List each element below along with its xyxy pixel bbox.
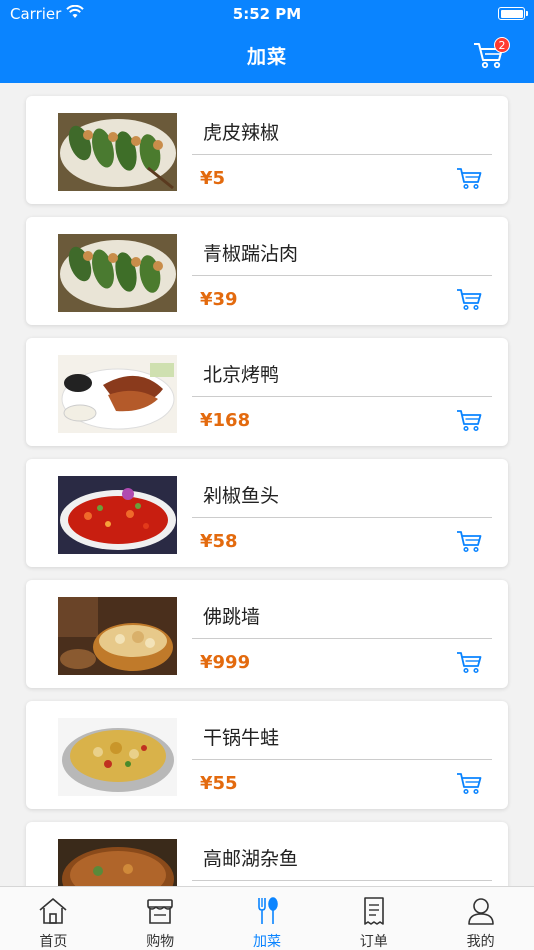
tab-home[interactable]: 首页 <box>0 887 107 950</box>
dish-image <box>58 718 177 796</box>
dish-image <box>58 476 177 554</box>
add-to-cart-icon[interactable] <box>456 408 482 432</box>
fork-spoon-icon <box>258 897 278 924</box>
dish-price: ¥39 <box>200 289 238 310</box>
add-to-cart-icon[interactable] <box>456 650 482 674</box>
status-time: 5:52 PM <box>232 5 302 23</box>
dish-price: ¥5 <box>200 168 226 189</box>
tab-shopping[interactable]: 购物 <box>107 887 214 950</box>
tab-label: 购物 <box>146 934 175 950</box>
dish-price: ¥55 <box>200 773 238 794</box>
dish-image <box>58 355 177 433</box>
add-to-cart-icon[interactable] <box>456 529 482 553</box>
tab-orders[interactable]: 订单 <box>320 887 427 950</box>
divider <box>192 759 492 760</box>
store-icon <box>147 899 173 924</box>
page-title: 加菜 <box>246 46 287 68</box>
dish-card[interactable]: 佛跳墙 ¥999 <box>26 580 508 688</box>
divider <box>192 154 492 155</box>
nav-bar: 加菜 2 <box>0 28 534 83</box>
dish-price: ¥58 <box>200 531 238 552</box>
tab-label: 订单 <box>359 934 388 950</box>
receipt-icon <box>363 897 384 925</box>
dish-name: 高邮湖杂鱼 <box>203 848 299 870</box>
dish-image <box>58 839 177 886</box>
dish-image <box>58 597 177 675</box>
divider <box>192 275 492 276</box>
dish-card[interactable]: 高邮湖杂鱼 <box>26 822 508 886</box>
divider <box>192 638 492 639</box>
tab-profile[interactable]: 我的 <box>427 887 534 950</box>
dish-price: ¥999 <box>200 652 251 673</box>
dish-price: ¥168 <box>200 410 251 431</box>
add-to-cart-icon[interactable] <box>456 166 482 190</box>
user-icon <box>467 898 494 925</box>
dish-image <box>58 113 177 191</box>
tab-label: 首页 <box>39 934 68 950</box>
dish-list[interactable]: 虎皮辣椒 ¥5 青椒踹沾肉 ¥39 北京烤鸭 ¥168 剁椒鱼头 ¥58 佛跳墙… <box>0 83 534 886</box>
dish-card[interactable]: 干锅牛蛙 ¥55 <box>26 701 508 809</box>
dish-name: 北京烤鸭 <box>203 364 280 386</box>
dish-card[interactable]: 青椒踹沾肉 ¥39 <box>26 217 508 325</box>
tab-add-dish[interactable]: 加菜 <box>214 887 321 950</box>
dish-name: 青椒踹沾肉 <box>203 243 299 265</box>
dish-card[interactable]: 虎皮辣椒 ¥5 <box>26 96 508 204</box>
cart-button[interactable]: 2 <box>472 37 510 72</box>
dish-image <box>58 234 177 312</box>
dish-name: 佛跳墙 <box>203 606 261 628</box>
tab-label: 加菜 <box>252 934 281 950</box>
cart-badge: 2 <box>494 37 510 53</box>
battery-icon <box>498 7 528 20</box>
dish-card[interactable]: 北京烤鸭 ¥168 <box>26 338 508 446</box>
add-to-cart-icon[interactable] <box>456 771 482 795</box>
dish-card[interactable]: 剁椒鱼头 ¥58 <box>26 459 508 567</box>
divider <box>192 517 492 518</box>
tab-label: 我的 <box>466 934 495 950</box>
home-icon <box>39 898 67 924</box>
add-to-cart-icon[interactable] <box>456 287 482 311</box>
divider <box>192 396 492 397</box>
divider <box>192 880 492 881</box>
tab-bar: 首页 购物 加菜 订单 我的 <box>0 886 534 950</box>
dish-name: 干锅牛蛙 <box>203 727 280 749</box>
dish-name: 虎皮辣椒 <box>203 122 280 144</box>
dish-name: 剁椒鱼头 <box>203 485 280 507</box>
status-bar: Carrier 5:52 PM <box>0 0 534 28</box>
